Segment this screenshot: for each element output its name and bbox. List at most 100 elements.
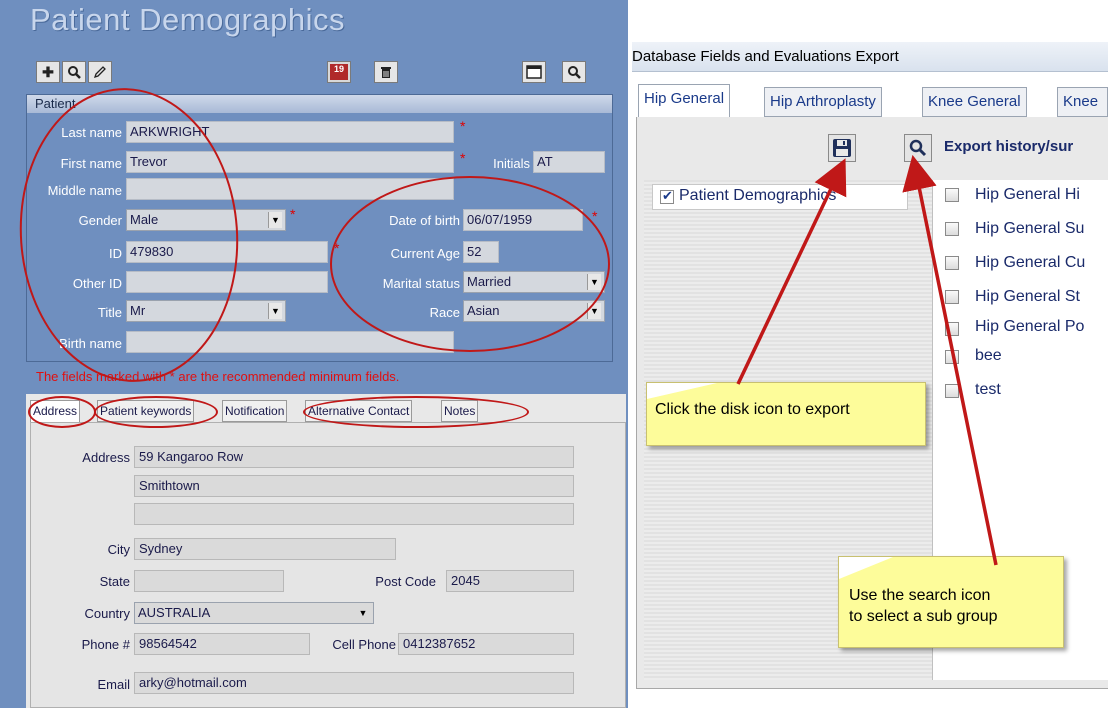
item-checkbox[interactable] xyxy=(945,322,959,336)
id-field[interactable]: 479830 xyxy=(126,241,328,263)
current-age-label: Current Age xyxy=(390,246,460,261)
chevron-down-icon: ▼ xyxy=(268,212,282,228)
required-star: * xyxy=(334,240,340,256)
calendar-button[interactable]: 19 xyxy=(327,61,351,83)
initials-field[interactable]: AT xyxy=(533,151,605,173)
chevron-down-icon: ▼ xyxy=(587,303,601,319)
title-select[interactable]: Mr ▼ xyxy=(126,300,286,322)
item-checkbox[interactable] xyxy=(945,384,959,398)
tab-patient-keywords[interactable]: Patient keywords xyxy=(97,400,195,422)
marital-status-select[interactable]: Married ▼ xyxy=(463,271,605,293)
marital-status-label: Marital status xyxy=(382,276,460,291)
list-item: bee xyxy=(975,347,1002,364)
postcode-label: Post Code xyxy=(375,574,436,589)
note-fold xyxy=(839,557,893,579)
tab-hip-arthroplasty[interactable]: Hip Arthroplasty xyxy=(764,87,882,117)
race-value: Asian xyxy=(467,303,500,318)
title-value: Mr xyxy=(130,303,146,318)
plus-icon: ✚ xyxy=(42,63,54,80)
list-item: Hip General St xyxy=(975,288,1080,305)
state-field[interactable] xyxy=(134,570,284,592)
patient-demographics-checkbox[interactable]: ✔ xyxy=(660,188,674,204)
tab-notes[interactable]: Notes xyxy=(441,400,479,422)
first-name-label: First name xyxy=(60,156,122,171)
export-callout-text: Click the disk icon to export xyxy=(655,401,850,418)
window-icon xyxy=(526,65,542,79)
patient-group-header: Patient xyxy=(27,95,612,113)
edit-button[interactable] xyxy=(88,61,112,83)
export-disk-button[interactable] xyxy=(828,134,856,162)
current-age-field: 52 xyxy=(463,241,499,263)
gender-select[interactable]: Male ▼ xyxy=(126,209,286,231)
birth-name-field[interactable] xyxy=(126,331,454,353)
window-title: Patient Demographics xyxy=(30,2,345,37)
required-star: * xyxy=(592,208,598,224)
required-fields-note: The fields marked with * are the recomme… xyxy=(36,369,400,384)
item-checkbox[interactable] xyxy=(945,350,959,364)
middle-name-label: Middle name xyxy=(47,183,122,198)
other-id-field[interactable] xyxy=(126,271,328,293)
title-label: Title xyxy=(97,305,122,320)
city-label: City xyxy=(107,542,130,557)
address-line2-field[interactable]: Smithtown xyxy=(134,475,574,497)
race-label: Race xyxy=(429,305,460,320)
tab-alternative-contact[interactable]: Alternative Contact xyxy=(305,400,413,422)
tab-knee-general[interactable]: Knee General xyxy=(922,87,1027,117)
initials-label: Initials xyxy=(493,156,530,171)
first-name-field[interactable]: Trevor xyxy=(126,151,454,173)
country-value: AUSTRALIA xyxy=(138,605,211,620)
tab-knee[interactable]: Knee xyxy=(1057,87,1108,117)
city-field[interactable]: Sydney xyxy=(134,538,396,560)
last-name-field[interactable]: ARKWRIGHT xyxy=(126,121,454,143)
email-label: Email xyxy=(97,677,130,692)
required-star: * xyxy=(460,118,466,134)
gender-label: Gender xyxy=(78,213,122,228)
search-icon xyxy=(68,66,81,79)
trash-icon xyxy=(381,67,391,78)
date-of-birth-field[interactable]: 06/07/1959 xyxy=(463,209,583,231)
date-of-birth-label: Date of birth xyxy=(389,213,460,228)
patient-demographics-label: Patient Demographics xyxy=(679,187,837,204)
gender-value: Male xyxy=(130,212,159,227)
tab-hip-general[interactable]: Hip General xyxy=(638,84,731,118)
postcode-field[interactable]: 2045 xyxy=(446,570,574,592)
search-button[interactable] xyxy=(62,61,86,83)
cell-phone-field[interactable]: 0412387652 xyxy=(398,633,574,655)
search-subgroup-button[interactable] xyxy=(904,134,932,162)
race-select[interactable]: Asian ▼ xyxy=(463,300,605,322)
phone-field[interactable]: 98564542 xyxy=(134,633,310,655)
list-item: Hip General Cu xyxy=(975,254,1086,271)
tab-notification[interactable]: Notification xyxy=(222,400,288,422)
other-id-label: Other ID xyxy=(72,276,122,291)
country-select[interactable]: AUSTRALIA ▼ xyxy=(134,602,374,624)
list-item: test xyxy=(975,381,1001,398)
birth-name-label: Birth name xyxy=(59,336,122,351)
item-checkbox[interactable] xyxy=(945,188,959,202)
middle-name-field[interactable] xyxy=(126,178,454,200)
item-checkbox[interactable] xyxy=(945,256,959,270)
tab-address[interactable]: Address xyxy=(30,400,81,422)
marital-status-value: Married xyxy=(467,274,512,289)
search-callout-note: Use the search icon to select a sub grou… xyxy=(838,556,1064,648)
search-button-2[interactable] xyxy=(562,61,586,83)
delete-button[interactable] xyxy=(374,61,398,83)
chevron-down-icon: ▼ xyxy=(268,303,282,319)
calendar-icon: 19 xyxy=(330,64,348,80)
address-line1-field[interactable]: 59 Kangaroo Row xyxy=(134,446,574,468)
id-label: ID xyxy=(109,246,122,261)
export-callout-note: Click the disk icon to export xyxy=(646,382,926,446)
export-dialog-title: Database Fields and Evaluations Export xyxy=(632,42,1108,72)
add-button[interactable]: ✚ xyxy=(36,61,60,83)
search-callout-line2: to select a sub group xyxy=(849,608,998,625)
required-star: * xyxy=(290,206,296,222)
search-icon xyxy=(568,66,581,79)
item-checkbox[interactable] xyxy=(945,222,959,236)
calendar-badge: 19 xyxy=(333,64,344,74)
address-line3-field[interactable] xyxy=(134,503,574,525)
address-label: Address xyxy=(82,450,130,465)
item-checkbox[interactable] xyxy=(945,290,959,304)
window-button[interactable] xyxy=(522,61,546,83)
search-icon xyxy=(909,139,927,157)
email-field[interactable]: arky@hotmail.com xyxy=(134,672,574,694)
required-star: * xyxy=(460,150,466,166)
